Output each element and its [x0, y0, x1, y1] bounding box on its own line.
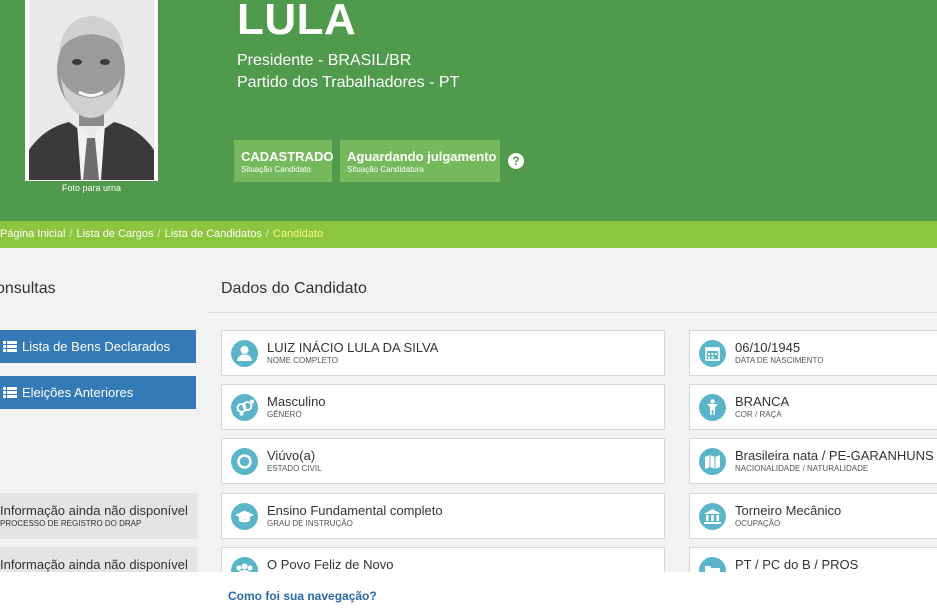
help-icon[interactable]: ? — [508, 153, 524, 169]
card-value: Viúvo(a) — [267, 448, 316, 463]
map-icon — [699, 448, 726, 475]
marital-status-card: Viúvo(a) ESTADO CIVIL — [221, 438, 665, 484]
nationality-card: Brasileira nata / PE-GARANHUNS NACIONALI… — [689, 438, 937, 484]
education-card: Ensino Fundamental completo GRAU DE INST… — [221, 493, 665, 539]
birth-date-card: 06/10/1945 DATA DE NASCIMENTO — [689, 330, 937, 376]
declared-assets-button[interactable]: Lista de Bens Declarados — [0, 330, 196, 363]
race-card: BRANCA COR / RAÇA — [689, 384, 937, 430]
bank-icon — [699, 503, 726, 530]
sidebar-title: onsultas — [0, 280, 56, 297]
badge-label: Situação Candidatura — [347, 165, 424, 174]
badge-value: Aguardando julgamento — [347, 149, 497, 164]
list-icon — [3, 340, 17, 352]
card-value: BRANCA — [735, 394, 790, 409]
figure-icon — [699, 394, 726, 421]
card-label: ESTADO CIVIL — [267, 464, 322, 473]
candidate-photo-card: Foto para urna — [23, 0, 160, 196]
gender-icon — [231, 394, 258, 421]
info-value: Informação ainda não disponível — [0, 503, 188, 518]
title-divider — [208, 312, 937, 313]
full-name-card: LUIZ INÁCIO LULA DA SILVA NOME COMPLETO — [221, 330, 665, 376]
card-label: NOME COMPLETO — [267, 356, 338, 365]
card-value: PT / PC do B / PROS — [735, 557, 859, 572]
drap-info-box: Informação ainda não disponível PROCESSO… — [0, 493, 197, 539]
candidate-office: Presidente - BRASIL/BR — [237, 52, 412, 69]
breadcrumb-separator: / — [69, 228, 73, 240]
navigation-feedback-link[interactable]: Como foi sua navegação? — [228, 589, 377, 603]
previous-elections-button[interactable]: Eleições Anteriores — [0, 376, 196, 409]
card-value: Torneiro Mecânico — [735, 503, 842, 518]
occupation-card: Torneiro Mecânico OCUPAÇÃO — [689, 493, 937, 539]
card-value: O Povo Feliz de Novo — [267, 557, 394, 572]
card-label: GRAU DE INSTRUÇÃO — [267, 519, 353, 528]
breadcrumb-separator: / — [265, 228, 269, 240]
breadcrumb-cargos[interactable]: Lista de Cargos — [77, 228, 154, 240]
button-label: Eleições Anteriores — [22, 385, 134, 400]
breadcrumb-current: Candidato — [272, 228, 324, 240]
breadcrumb: Página Inicial / Lista de Cargos / Lista de … — [0, 221, 937, 248]
button-label: Lista de Bens Declarados — [22, 339, 171, 354]
breadcrumb-separator: / — [157, 228, 161, 240]
candidate-photo — [25, 0, 158, 181]
candidate-data-title: Dados do Candidato — [221, 280, 367, 297]
feedback-bar: Como foi sua navegação? — [0, 572, 937, 615]
card-value: Masculino — [267, 394, 326, 409]
breadcrumb-home[interactable]: Página Inicial — [0, 228, 65, 240]
graduation-cap-icon — [231, 503, 258, 530]
card-value: Ensino Fundamental completo — [267, 503, 443, 518]
ring-icon — [231, 448, 258, 475]
card-label: COR / RAÇA — [735, 410, 782, 419]
card-label: GÊNERO — [267, 410, 302, 419]
candidacy-status-badge: Aguardando julgamento Situação Candidatu… — [340, 140, 500, 182]
breadcrumb-candidatos[interactable]: Lista de Candidatos — [165, 228, 262, 240]
candidate-status-badge: CADASTRADO Situação Candidato — [234, 140, 334, 182]
card-label: OCUPAÇÃO — [735, 519, 781, 528]
card-label: NACIONALIDADE / NATURALIDADE — [735, 464, 869, 473]
list-icon — [3, 386, 17, 398]
photo-caption: Foto para urna — [61, 183, 122, 193]
info-value: Informação ainda não disponível — [0, 557, 188, 572]
card-value: LUIZ INÁCIO LULA DA SILVA — [267, 340, 439, 355]
card-label: DATA DE NASCIMENTO — [735, 356, 824, 365]
card-value: Brasileira nata / PE-GARANHUNS — [735, 448, 934, 463]
card-value: 06/10/1945 — [735, 340, 801, 355]
candidate-name: LULA — [237, 0, 357, 44]
badge-value: CADASTRADO — [241, 149, 334, 164]
gender-card: Masculino GÊNERO — [221, 384, 665, 430]
info-label: PROCESSO DE REGISTRO DO DRAP — [0, 519, 142, 528]
calendar-icon — [699, 340, 726, 367]
candidate-header: Foto para urna LULA Presidente - BRASIL/… — [0, 0, 937, 221]
candidate-party: Partido dos Trabalhadores - PT — [237, 74, 460, 91]
badge-label: Situação Candidato — [241, 165, 311, 174]
person-icon — [231, 340, 258, 367]
